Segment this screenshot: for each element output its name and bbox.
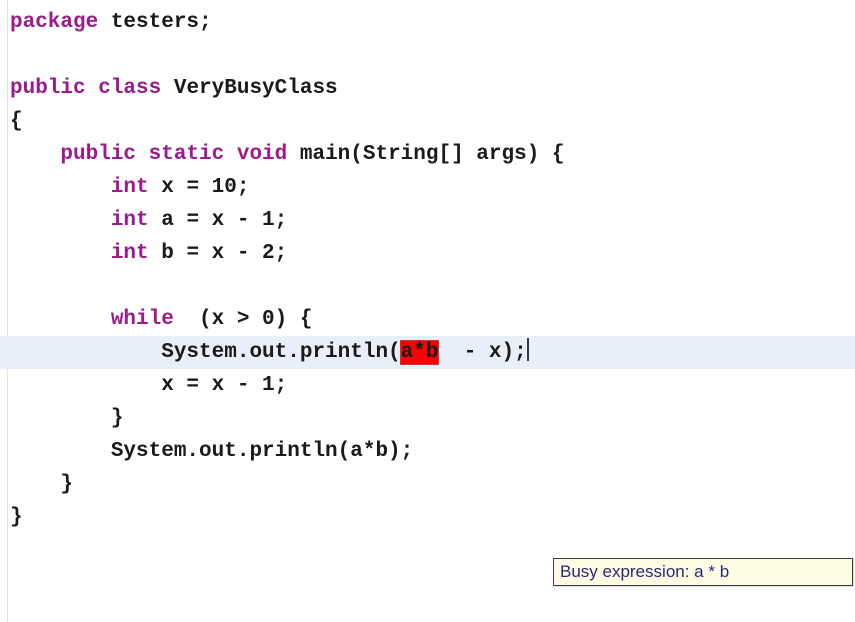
code-token: testers;	[98, 11, 212, 34]
code-line[interactable]	[0, 39, 855, 72]
code-line-content: int b = x - 2;	[10, 242, 287, 265]
code-line-content	[10, 44, 23, 67]
code-line[interactable]: x = x - 1;	[0, 369, 855, 402]
code-line[interactable]: }	[0, 402, 855, 435]
code-token: System.out.println(	[10, 341, 401, 364]
code-line[interactable]: int x = 10;	[0, 171, 855, 204]
code-token: b = x - 2;	[148, 242, 288, 265]
code-line[interactable]: System.out.println(a*b - x);	[0, 336, 855, 369]
busy-expression-tooltip: Busy expression: a * b	[553, 558, 853, 586]
code-token: int	[110, 176, 149, 199]
code-token: x = x - 1;	[10, 374, 288, 397]
code-line[interactable]: package testers;	[0, 6, 855, 39]
code-line-content: }	[10, 407, 124, 430]
code-line[interactable]: int a = x - 1;	[0, 204, 855, 237]
code-line-content: int a = x - 1;	[10, 209, 287, 232]
code-line-content: public class VeryBusyClass	[10, 77, 338, 100]
code-line-content: }	[10, 506, 23, 529]
code-line-content: public static void main(String[] args) {	[10, 143, 565, 166]
code-token: }	[10, 506, 23, 529]
code-token: public static void	[60, 143, 288, 166]
code-line-content: }	[10, 473, 73, 496]
code-token: System.out.println(a*b);	[10, 440, 414, 463]
code-line[interactable]: }	[0, 468, 855, 501]
code-line[interactable]: public static void main(String[] args) {	[0, 138, 855, 171]
code-line-content: {	[10, 110, 23, 133]
selected-expression: a*b	[399, 340, 440, 365]
code-token: VeryBusyClass	[161, 77, 338, 100]
code-token: x = 10;	[148, 176, 250, 199]
code-line[interactable]: int b = x - 2;	[0, 237, 855, 270]
code-line-content: int x = 10;	[10, 176, 250, 199]
code-line-content: while (x > 0) {	[10, 308, 313, 331]
code-token: while	[110, 308, 174, 331]
code-token: (x > 0) {	[173, 308, 313, 331]
code-editor[interactable]: package testers; public class VeryBusyCl…	[0, 0, 855, 622]
code-token: a = x - 1;	[148, 209, 288, 232]
code-token: main(String[] args) {	[287, 143, 565, 166]
code-token: public class	[10, 77, 162, 100]
code-token: int	[110, 209, 149, 232]
code-token: int	[110, 242, 149, 265]
code-token: }	[10, 407, 124, 430]
code-line-content: System.out.println(a*b);	[10, 440, 413, 463]
code-token: package	[10, 11, 99, 34]
code-token: - x);	[438, 341, 527, 364]
code-line[interactable]: while (x > 0) {	[0, 303, 855, 336]
code-line-content: System.out.println(a*b - x);	[0, 338, 529, 365]
code-line[interactable]: {	[0, 105, 855, 138]
code-token: {	[10, 110, 23, 133]
code-line[interactable]: System.out.println(a*b);	[0, 435, 855, 468]
code-line-content	[10, 275, 23, 298]
code-line[interactable]	[0, 270, 855, 303]
code-line[interactable]: public class VeryBusyClass	[0, 72, 855, 105]
text-caret	[526, 338, 529, 361]
code-lines-container[interactable]: package testers; public class VeryBusyCl…	[0, 0, 855, 534]
code-line-content: package testers;	[10, 11, 212, 34]
code-token: }	[10, 473, 74, 496]
code-line[interactable]: }	[0, 501, 855, 534]
code-line-content: x = x - 1;	[10, 374, 287, 397]
